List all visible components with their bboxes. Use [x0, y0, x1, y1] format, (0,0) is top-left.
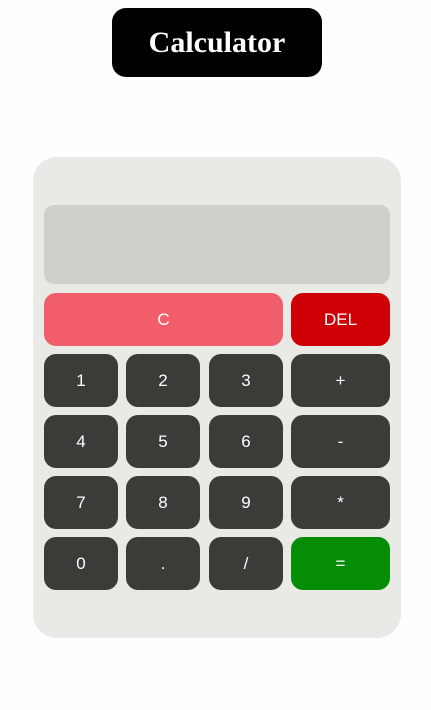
- digit-7-button[interactable]: 7: [44, 476, 118, 529]
- plus-button[interactable]: +: [291, 354, 390, 407]
- delete-button[interactable]: DEL: [291, 293, 390, 346]
- digit-5-button[interactable]: 5: [126, 415, 200, 468]
- page-title: Calculator: [148, 25, 286, 59]
- digit-1-button[interactable]: 1: [44, 354, 118, 407]
- title-badge: Calculator: [112, 8, 322, 77]
- page: Calculator C DEL 1 2 3 + 4 5 6 - 7 8 9 *…: [0, 0, 431, 710]
- multiply-button[interactable]: *: [291, 476, 390, 529]
- equals-button[interactable]: =: [291, 537, 390, 590]
- digit-9-button[interactable]: 9: [209, 476, 283, 529]
- digit-0-button[interactable]: 0: [44, 537, 118, 590]
- calculator-panel: C DEL 1 2 3 + 4 5 6 - 7 8 9 * 0 . / =: [33, 157, 401, 638]
- digit-2-button[interactable]: 2: [126, 354, 200, 407]
- digit-6-button[interactable]: 6: [209, 415, 283, 468]
- digit-4-button[interactable]: 4: [44, 415, 118, 468]
- divide-button[interactable]: /: [209, 537, 283, 590]
- minus-button[interactable]: -: [291, 415, 390, 468]
- clear-button[interactable]: C: [44, 293, 283, 346]
- decimal-point-button[interactable]: .: [126, 537, 200, 590]
- digit-3-button[interactable]: 3: [209, 354, 283, 407]
- calculator-display: [44, 205, 390, 284]
- digit-8-button[interactable]: 8: [126, 476, 200, 529]
